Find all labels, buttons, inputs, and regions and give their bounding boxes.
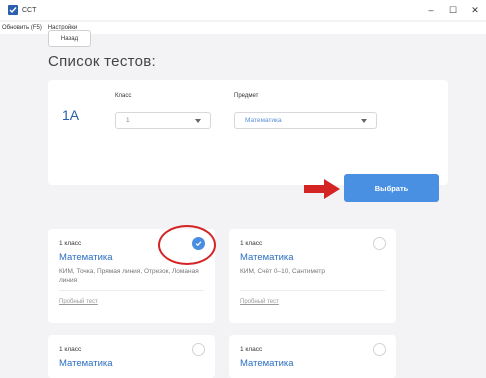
trial-test-link[interactable]: Пробный тест bbox=[240, 299, 279, 305]
annotation-circle bbox=[158, 225, 216, 265]
back-button[interactable]: Назад bbox=[48, 30, 91, 47]
menu-item-refresh[interactable]: Обновить (F5) bbox=[2, 25, 42, 31]
class-select-value: 1 bbox=[126, 117, 130, 124]
chevron-down-icon bbox=[195, 119, 201, 123]
page-title: Список тестов: bbox=[48, 53, 156, 70]
test-card-subject: Математика bbox=[59, 252, 113, 263]
test-card-description: КИМ, Счёт 0–10, Сантиметр bbox=[240, 268, 326, 275]
test-card-subject: Математика bbox=[59, 358, 113, 369]
select-radio[interactable] bbox=[373, 237, 386, 250]
class-label: Класс bbox=[115, 93, 132, 99]
annotation-arrow-icon bbox=[304, 179, 340, 199]
class-code: 1А bbox=[62, 107, 80, 123]
test-card-subject: Математика bbox=[240, 252, 294, 263]
choose-button[interactable]: Выбрать bbox=[344, 174, 439, 202]
test-card-description: КИМ, Точка, Прямая линия, Отрезок, Ломан… bbox=[59, 268, 199, 284]
minimize-button[interactable]: – bbox=[420, 0, 442, 20]
subject-label: Предмет bbox=[234, 93, 259, 99]
select-radio[interactable] bbox=[192, 343, 205, 356]
test-card-class: 1 класс bbox=[240, 240, 263, 247]
subject-select[interactable]: Математика bbox=[234, 112, 377, 129]
subject-select-value: Математика bbox=[245, 117, 282, 124]
test-card-class: 1 класс bbox=[59, 240, 82, 247]
filter-card: 1А Класс 1 Предмет Математика bbox=[48, 80, 448, 185]
divider bbox=[240, 290, 385, 291]
test-card-subject: Математика bbox=[240, 358, 294, 369]
select-radio[interactable] bbox=[373, 343, 386, 356]
test-card[interactable]: 1 класс Математика bbox=[48, 335, 215, 378]
maximize-button[interactable]: ☐ bbox=[442, 0, 464, 20]
window-title: CCT bbox=[22, 6, 37, 14]
app-logo-icon bbox=[8, 5, 18, 15]
test-card[interactable]: 1 класс Математика bbox=[229, 335, 396, 378]
class-select[interactable]: 1 bbox=[115, 112, 211, 129]
test-card-class: 1 класс bbox=[59, 346, 82, 353]
close-button[interactable]: ✕ bbox=[464, 0, 486, 20]
test-card-class: 1 класс bbox=[240, 346, 263, 353]
title-bar: CCT – ☐ ✕ bbox=[0, 0, 486, 20]
chevron-down-icon bbox=[361, 119, 367, 123]
divider bbox=[59, 290, 204, 291]
test-card[interactable]: 1 класс Математика КИМ, Счёт 0–10, Санти… bbox=[229, 229, 396, 323]
trial-test-link[interactable]: Пробный тест bbox=[59, 299, 98, 305]
